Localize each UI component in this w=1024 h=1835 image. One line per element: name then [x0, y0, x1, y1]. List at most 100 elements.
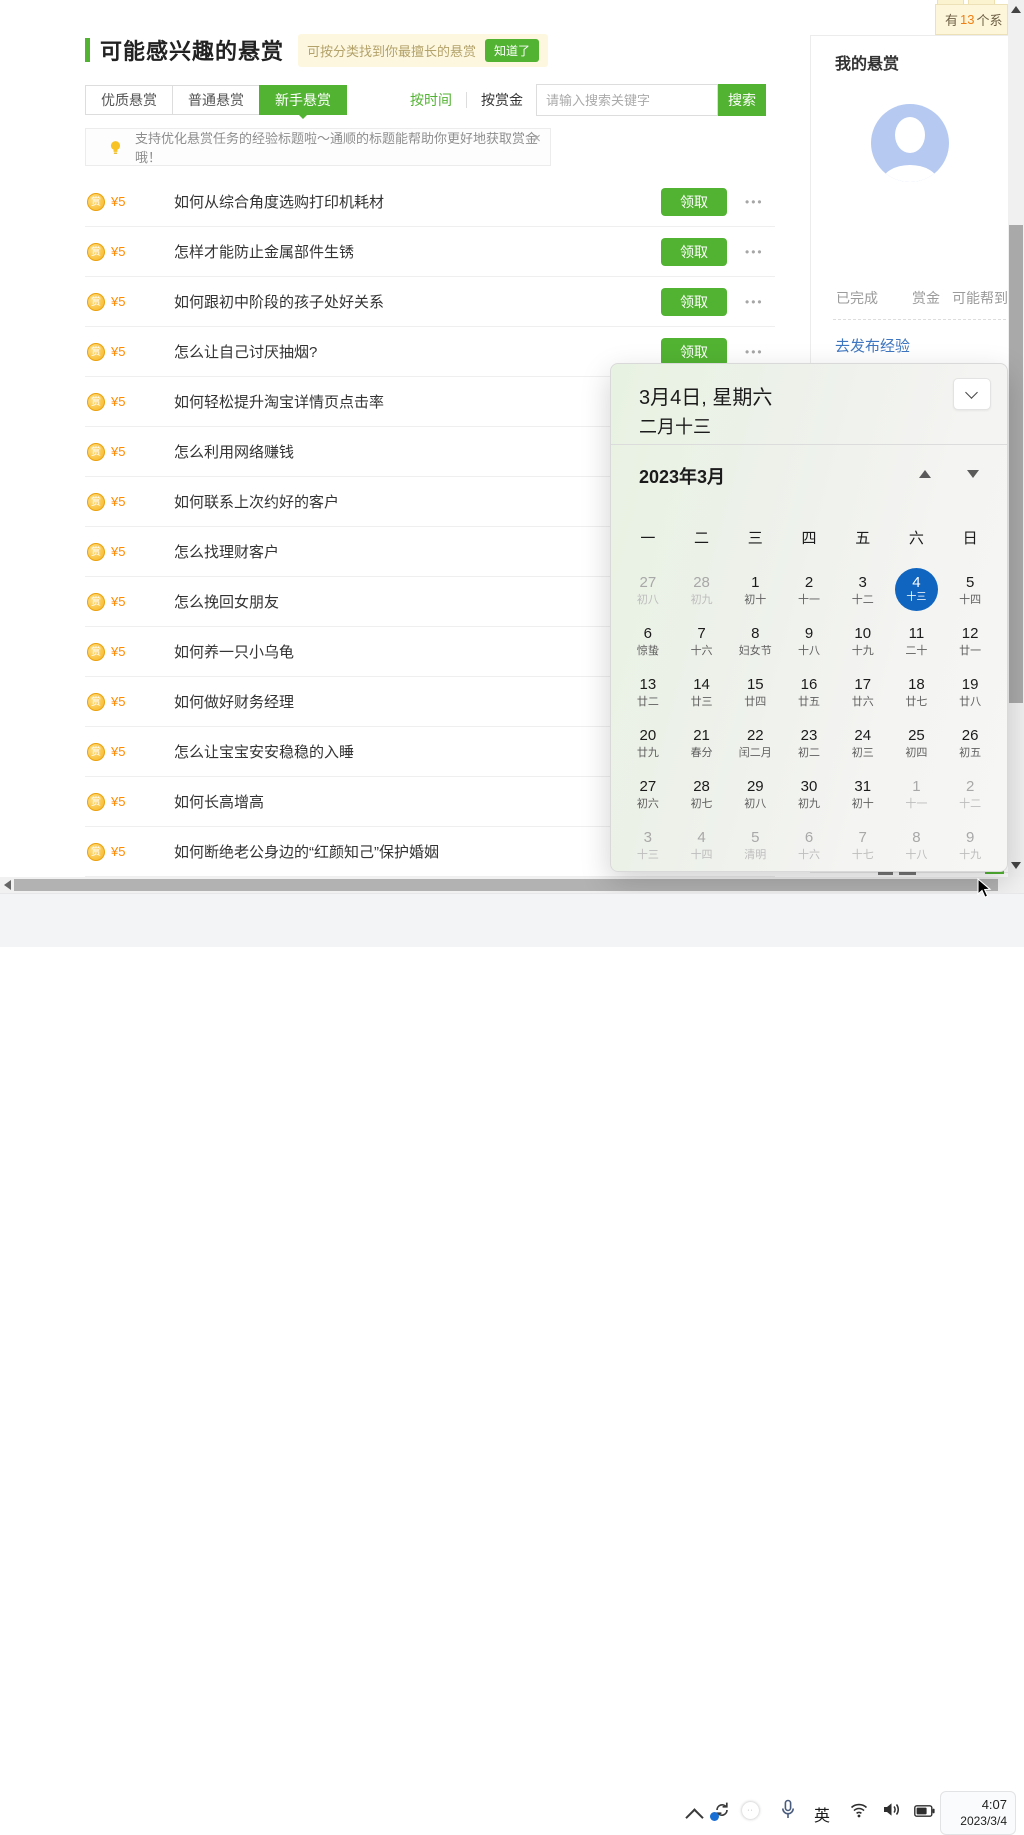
calendar-day[interactable]: 1 十一 — [890, 768, 944, 819]
calendar-next-month-icon[interactable] — [967, 470, 979, 478]
bounty-title[interactable]: 如何断绝老公身边的“红颜知己”保护婚姻 — [174, 841, 661, 862]
bounty-title[interactable]: 如何养一只小乌龟 — [174, 641, 661, 662]
tab-normal[interactable]: 普通悬赏 — [172, 85, 260, 115]
bounty-title[interactable]: 怎么让宝宝安安稳稳的入睡 — [174, 741, 661, 762]
calendar-day[interactable]: 15 廿四 — [728, 666, 782, 717]
calendar-day[interactable]: 16 廿五 — [782, 666, 836, 717]
calendar-day[interactable]: 28 初七 — [675, 768, 729, 819]
tray-app-icon[interactable]: ·· — [742, 1802, 759, 1819]
sort-by-time[interactable]: 按时间 — [410, 90, 452, 110]
calendar-prev-month-icon[interactable] — [919, 470, 931, 478]
calendar-day[interactable]: 9 十八 — [782, 615, 836, 666]
publish-experience-link[interactable]: 去发布经验 — [835, 335, 910, 356]
more-options-button[interactable]: ••• — [745, 295, 775, 309]
calendar-day[interactable]: 25 初四 — [890, 717, 944, 768]
calendar-day[interactable]: 3 十三 — [621, 819, 675, 870]
calendar-day[interactable]: 6 惊蛰 — [621, 615, 675, 666]
day-number: 3 — [637, 828, 659, 847]
calendar-day[interactable]: 19 廿八 — [943, 666, 997, 717]
calendar-day[interactable]: 11 二十 — [890, 615, 944, 666]
tip-got-it-button[interactable]: 知道了 — [485, 39, 539, 62]
calendar-day[interactable]: 30 初九 — [782, 768, 836, 819]
bounty-title[interactable]: 如何联系上次约好的客户 — [174, 491, 661, 512]
ime-language-indicator[interactable]: 英 — [814, 1802, 830, 1826]
user-avatar[interactable] — [871, 104, 949, 182]
calendar-day[interactable]: 27 初六 — [621, 768, 675, 819]
tray-show-hidden-icons[interactable] — [685, 1808, 703, 1826]
scroll-up-arrow-icon[interactable] — [1011, 6, 1021, 13]
tab-novice[interactable]: 新手悬赏 — [259, 85, 347, 115]
sort-by-reward[interactable]: 按赏金 — [481, 90, 523, 110]
calendar-collapse-button[interactable] — [953, 378, 991, 410]
search-button[interactable]: 搜索 — [718, 84, 766, 116]
claim-button[interactable]: 领取 — [661, 188, 727, 216]
calendar-day[interactable]: 9 十九 — [943, 819, 997, 870]
calendar-day-selected[interactable]: 4 十三 — [890, 564, 944, 615]
calendar-day[interactable]: 5 清明 — [728, 819, 782, 870]
sync-update-icon[interactable] — [712, 1800, 732, 1820]
bounty-title[interactable]: 怎么挽回女朋友 — [174, 591, 661, 612]
more-options-button[interactable]: ••• — [745, 195, 775, 209]
bounty-title[interactable]: 怎样才能防止金属部件生锈 — [174, 241, 661, 262]
sidebar-stat[interactable]: 可能帮到的 — [952, 288, 1008, 308]
tab-premium[interactable]: 优质悬赏 — [85, 85, 173, 115]
calendar-day[interactable]: 21 春分 — [675, 717, 729, 768]
calendar-day[interactable]: 31 初十 — [836, 768, 890, 819]
calendar-day[interactable]: 6 十六 — [782, 819, 836, 870]
microphone-icon[interactable] — [780, 1799, 796, 1821]
calendar-day[interactable]: 1 初十 — [728, 564, 782, 615]
taskbar-clock[interactable]: 4:07 2023/3/4 — [940, 1791, 1016, 1835]
notice-close-icon[interactable]: × — [532, 131, 541, 146]
volume-icon[interactable] — [882, 1801, 901, 1818]
more-options-button[interactable]: ••• — [745, 345, 775, 359]
sidebar-stat[interactable]: 已完成 — [836, 288, 878, 308]
bounty-title[interactable]: 如何做好财务经理 — [174, 691, 661, 712]
calendar-day[interactable]: 22 闰二月 — [728, 717, 782, 768]
bounty-title[interactable]: 怎么利用网络赚钱 — [174, 441, 661, 462]
bounty-title[interactable]: 如何从综合角度选购打印机耗材 — [174, 191, 661, 212]
calendar-day[interactable]: 3 十二 — [836, 564, 890, 615]
more-options-button[interactable]: ••• — [745, 245, 775, 259]
calendar-day[interactable]: 29 初八 — [728, 768, 782, 819]
bounty-title[interactable]: 如何长高增高 — [174, 791, 661, 812]
calendar-day[interactable]: 28 初九 — [675, 564, 729, 615]
calendar-day[interactable]: 4 十四 — [675, 819, 729, 870]
vertical-scrollbar[interactable] — [1008, 0, 1024, 877]
calendar-day[interactable]: 13 廿二 — [621, 666, 675, 717]
battery-icon[interactable] — [914, 1804, 935, 1816]
calendar-day[interactable]: 2 十一 — [782, 564, 836, 615]
calendar-day[interactable]: 18 廿七 — [890, 666, 944, 717]
day-number: 6 — [637, 624, 659, 643]
calendar-day[interactable]: 17 廿六 — [836, 666, 890, 717]
system-notification[interactable]: 有 13 个系 — [935, 4, 1008, 35]
calendar-day[interactable]: 7 十六 — [675, 615, 729, 666]
sidebar-stat[interactable]: 赏金 — [912, 288, 940, 308]
horizontal-scrollbar[interactable] — [0, 877, 1008, 893]
calendar-day[interactable]: 14 廿三 — [675, 666, 729, 717]
horizontal-scrollbar-thumb[interactable] — [14, 879, 998, 891]
bounty-title[interactable]: 怎么找理财客户 — [174, 541, 661, 562]
wifi-icon[interactable] — [850, 1802, 868, 1818]
calendar-day[interactable]: 26 初五 — [943, 717, 997, 768]
claim-button[interactable]: 领取 — [661, 338, 727, 366]
calendar-day[interactable]: 8 十八 — [890, 819, 944, 870]
calendar-day[interactable]: 2 十二 — [943, 768, 997, 819]
calendar-day[interactable]: 23 初二 — [782, 717, 836, 768]
calendar-day[interactable]: 10 十九 — [836, 615, 890, 666]
calendar-day[interactable]: 12 廿一 — [943, 615, 997, 666]
scroll-left-arrow-icon[interactable] — [4, 880, 11, 890]
calendar-day[interactable]: 24 初三 — [836, 717, 890, 768]
vertical-scrollbar-thumb[interactable] — [1009, 225, 1023, 703]
claim-button[interactable]: 领取 — [661, 238, 727, 266]
calendar-day[interactable]: 5 十四 — [943, 564, 997, 615]
calendar-day[interactable]: 8 妇女节 — [728, 615, 782, 666]
calendar-day[interactable]: 20 廿九 — [621, 717, 675, 768]
bounty-title[interactable]: 如何跟初中阶段的孩子处好关系 — [174, 291, 661, 312]
calendar-day[interactable]: 7 十七 — [836, 819, 890, 870]
bounty-title[interactable]: 如何轻松提升淘宝详情页点击率 — [174, 391, 661, 412]
search-input[interactable] — [536, 84, 718, 116]
scroll-down-arrow-icon[interactable] — [1011, 862, 1021, 869]
calendar-day[interactable]: 27 初八 — [621, 564, 675, 615]
bounty-title[interactable]: 怎么让自己讨厌抽烟? — [174, 341, 661, 362]
claim-button[interactable]: 领取 — [661, 288, 727, 316]
